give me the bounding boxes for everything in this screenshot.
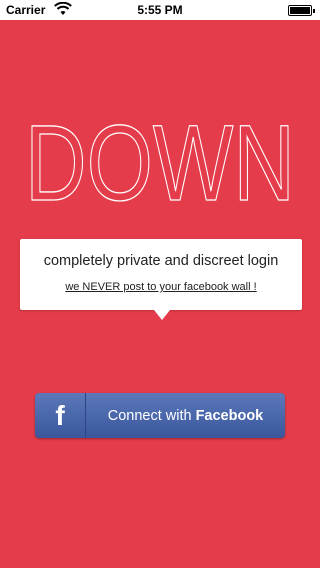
battery-icon — [288, 5, 315, 16]
connect-with-facebook-button[interactable]: f Connect with Facebook — [35, 393, 285, 438]
login-info-tooltip: completely private and discreet login we… — [20, 239, 302, 320]
facebook-icon-container: f — [35, 393, 86, 438]
logo-wordmark: DOWN — [24, 101, 295, 223]
status-bar: Carrier 5:55 PM — [0, 0, 320, 20]
app-logo: DOWN — [0, 101, 320, 223]
facebook-f-icon: f — [55, 399, 65, 431]
tooltip-subtitle-link[interactable]: we NEVER post to your facebook wall ! — [20, 281, 302, 293]
logo-text: DOWN — [25, 112, 295, 208]
clock: 5:55 PM — [137, 3, 183, 17]
tooltip-arrow — [154, 310, 170, 320]
facebook-button-label: Connect with Facebook — [86, 393, 285, 438]
facebook-button-brand: Facebook — [195, 407, 264, 424]
facebook-button-prefix: Connect with — [107, 407, 192, 424]
tooltip-title: completely private and discreet login — [43, 253, 279, 269]
